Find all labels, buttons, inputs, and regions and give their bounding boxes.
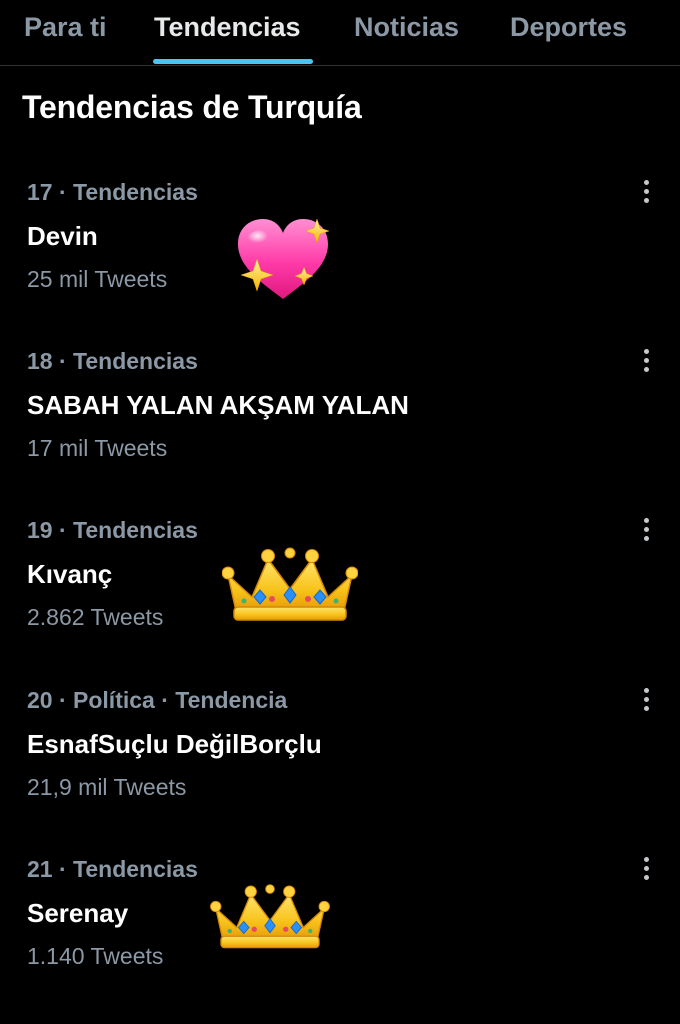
trend-tweet-count: 2.862 Tweets [27,604,164,630]
trend-tweet-count: 25 mil Tweets [27,266,168,292]
more-options-button[interactable] [632,346,662,376]
tab-noticias[interactable]: Noticias [354,10,459,44]
sparkling-heart-icon [238,218,330,299]
section-title: Tendencias de Turquía [22,89,362,125]
trend-item[interactable]: 21 · Tendencias Serenay 1.140 Tweets [0,854,680,1004]
trend-meta: 19 · Tendencias [27,517,198,543]
trend-meta: 17 · Tendencias [27,179,198,205]
trend-name: Kıvanç [27,559,113,589]
trend-name: SABAH YALAN AKŞAM YALAN [27,390,409,420]
active-tab-indicator [153,59,313,64]
trend-item[interactable]: 18 · Tendencias SABAH YALAN AKŞAM YALAN … [0,346,680,496]
top-tab-bar: Para ti Tendencias Noticias Deportes [0,0,680,66]
trend-item[interactable]: 17 · Tendencias Devin 25 mil Tweets [0,177,680,327]
trend-item[interactable]: 19 · Tendencias Kıvanç 2.862 Tweets [0,515,680,665]
trend-tweet-count: 1.140 Tweets [27,943,164,969]
trend-meta: 18 · Tendencias [27,348,198,374]
tab-tendencias[interactable]: Tendencias [154,10,301,44]
trend-name: Devin [27,221,98,251]
more-options-button[interactable] [632,177,662,207]
tab-deportes[interactable]: Deportes [510,10,627,44]
more-options-button[interactable] [632,685,662,715]
more-options-button[interactable] [632,515,662,545]
more-options-button[interactable] [632,854,662,884]
trend-name: EsnafSuçlu DeğilBorçlu [27,729,322,759]
trend-item[interactable]: 20 · Política · Tendencia EsnafSuçlu Değ… [0,685,680,835]
crown-icon [222,547,358,621]
trend-name: Serenay [27,898,129,928]
trend-meta: 20 · Política · Tendencia [27,687,288,713]
trend-tweet-count: 17 mil Tweets [27,435,168,461]
trend-tweet-count: 21,9 mil Tweets [27,774,187,800]
tab-para-ti[interactable]: Para ti [24,10,107,44]
crown-icon [210,884,330,949]
trend-meta: 21 · Tendencias [27,856,198,882]
